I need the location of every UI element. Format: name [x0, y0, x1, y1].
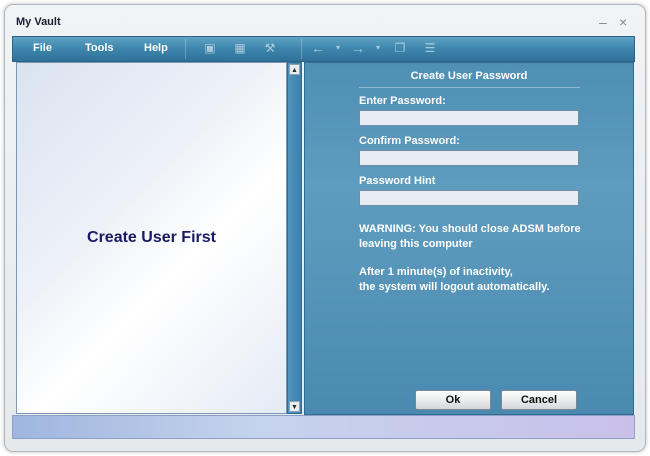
password-field[interactable] — [359, 110, 579, 126]
title-divider — [359, 87, 580, 88]
menu-help[interactable]: Help — [144, 42, 168, 54]
back-dropdown-icon[interactable]: ▾ — [329, 40, 347, 56]
inactivity-line-1: After 1 minute(s) of inactivity, — [359, 266, 513, 278]
ok-button[interactable]: Ok — [415, 390, 491, 410]
warning-line-1: WARNING: You should close ADSM before — [359, 223, 581, 235]
status-bar — [12, 415, 635, 439]
window-title: My Vault — [16, 16, 61, 28]
create-password-panel: Create User Password Enter Password: Con… — [304, 62, 634, 415]
confirm-password-field[interactable] — [359, 150, 579, 166]
grid-icon[interactable]: ▦ — [231, 40, 249, 56]
password-label: Enter Password: — [359, 95, 446, 107]
inactivity-line-2: the system will logout automatically. — [359, 281, 550, 293]
menu-toolbar: File Tools Help ▣ ▦ ⚒ ← ▾ → ▾ ❐ ☰ — [12, 36, 635, 62]
create-user-message: Create User First — [87, 229, 216, 246]
forward-arrow-icon[interactable]: → — [349, 40, 367, 56]
wrench-icon[interactable]: ⚒ — [261, 40, 279, 56]
close-button[interactable]: × — [619, 14, 627, 30]
menu-file[interactable]: File — [33, 42, 52, 54]
panel-title: Create User Password — [410, 70, 528, 82]
left-panel: Create User First — [16, 62, 287, 414]
inactivity-text: After 1 minute(s) of inactivity, the sys… — [359, 265, 599, 295]
scroll-up-icon[interactable]: ▲ — [289, 64, 300, 75]
minimize-button[interactable]: – — [599, 14, 607, 30]
copy-icon[interactable]: ❐ — [391, 40, 409, 56]
back-arrow-icon[interactable]: ← — [309, 40, 327, 56]
cancel-button[interactable]: Cancel — [501, 390, 577, 410]
menu-tools[interactable]: Tools — [85, 42, 114, 54]
confirm-password-label: Confirm Password: — [359, 135, 460, 147]
scroll-down-icon[interactable]: ▼ — [289, 401, 300, 412]
doc-icon[interactable]: ▣ — [201, 40, 219, 56]
password-hint-label: Password Hint — [359, 175, 436, 187]
left-panel-scrollbar[interactable]: ▲ ▼ — [287, 62, 302, 414]
password-hint-field[interactable] — [359, 190, 579, 206]
toolbar-separator — [185, 39, 186, 59]
toolbar-separator — [301, 39, 302, 59]
list-icon[interactable]: ☰ — [421, 40, 439, 56]
warning-text: WARNING: You should close ADSM before le… — [359, 222, 599, 252]
warning-line-2: leaving this computer — [359, 238, 473, 250]
forward-dropdown-icon[interactable]: ▾ — [369, 40, 387, 56]
